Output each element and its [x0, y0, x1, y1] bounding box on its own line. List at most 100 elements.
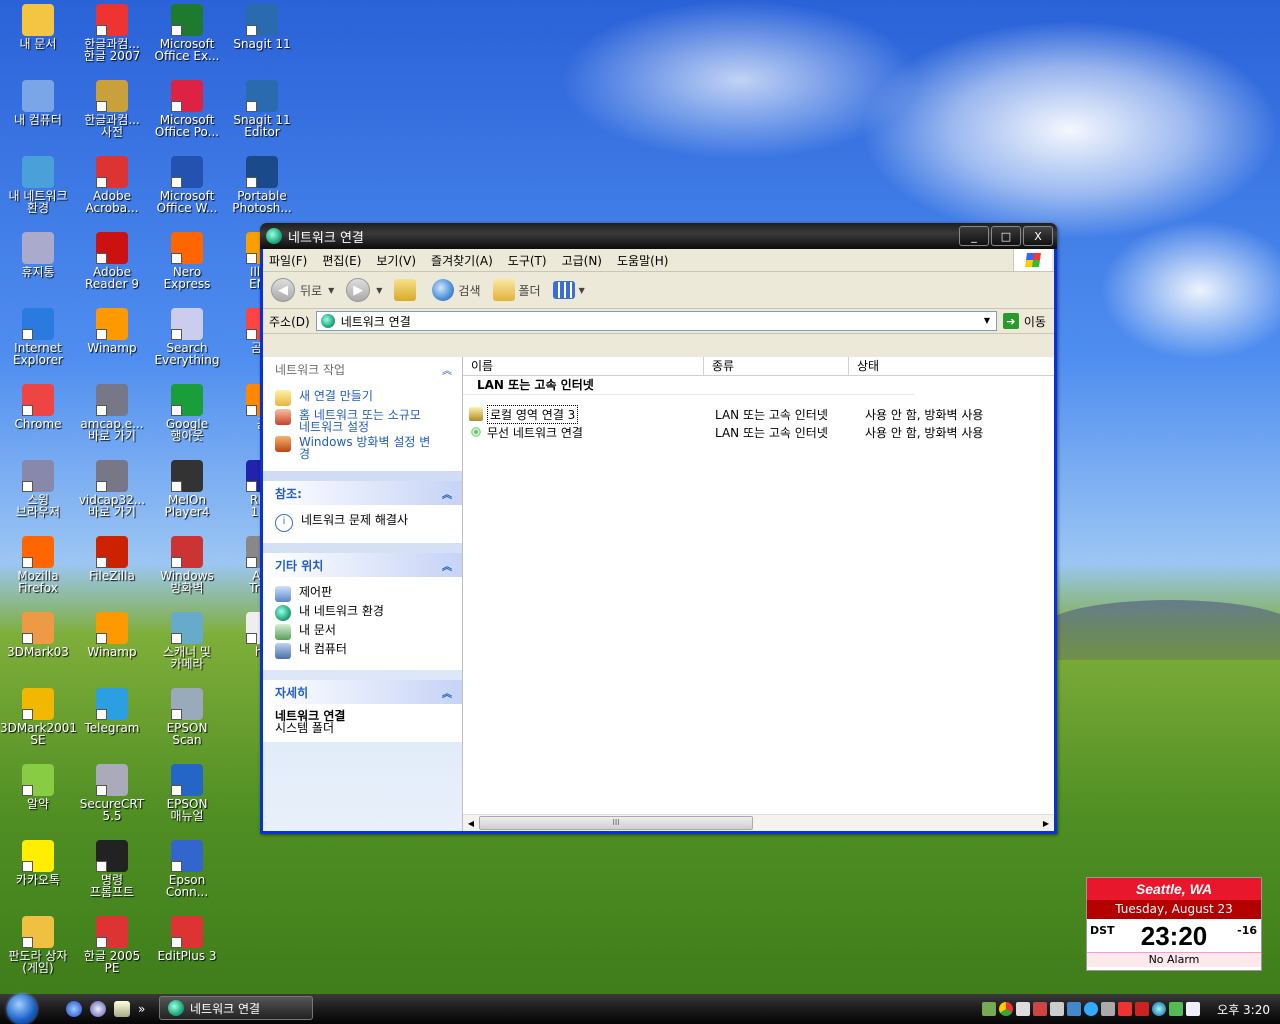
- desktop-icon[interactable]: Microsoft Office Po...: [149, 80, 225, 138]
- desktop-icon[interactable]: 스윙 브라우저: [0, 460, 76, 518]
- desktop-icon[interactable]: Portable Photosh...: [224, 156, 300, 214]
- desktop-icon[interactable]: 한글과컴... 사전: [74, 80, 150, 138]
- desktop-icon[interactable]: Google 행아웃: [149, 384, 225, 442]
- quick-launch-more-icon[interactable]: »: [138, 1002, 145, 1016]
- forward-button[interactable]: ▶ ▼: [346, 278, 382, 302]
- desktop-icon[interactable]: Search Everything: [149, 308, 225, 366]
- desktop-icon[interactable]: 내 네트워크 환경: [0, 156, 76, 214]
- swing-browser-icon[interactable]: [90, 1001, 106, 1017]
- desktop-icon[interactable]: Mozilla Firefox: [0, 536, 76, 594]
- chevron-down-icon[interactable]: ▼: [980, 313, 994, 327]
- menu-help[interactable]: 도움말(H): [617, 252, 669, 269]
- close-button[interactable]: X: [1023, 226, 1053, 246]
- desktop-icon[interactable]: 한글과컴... 한글 2007: [74, 4, 150, 62]
- desktop-icon[interactable]: Internet Explorer: [0, 308, 76, 366]
- desktop-icon[interactable]: Adobe Reader 9: [74, 232, 150, 290]
- chevron-down-icon[interactable]: ▼: [376, 286, 382, 295]
- home-network-setup-link[interactable]: 홈 네트워크 또는 소규모 네트워크 설정: [275, 409, 456, 433]
- menu-tools[interactable]: 도구(T): [508, 252, 547, 269]
- desktop-icon[interactable]: 3DMark2001 SE: [0, 688, 77, 746]
- desktop-icon[interactable]: vidcap32... 바로 가기: [74, 460, 150, 518]
- desktop-icon[interactable]: Snagit 11: [224, 4, 300, 50]
- tray-volume-icon[interactable]: [1050, 1002, 1065, 1016]
- column-type[interactable]: 종류: [704, 357, 849, 375]
- scroll-thumb[interactable]: III: [479, 816, 753, 830]
- chevron-down-icon[interactable]: ▼: [579, 286, 585, 295]
- desktop-icon[interactable]: 3DMark03: [0, 612, 76, 658]
- menu-file[interactable]: 파일(F): [269, 252, 307, 269]
- my-network-places-link[interactable]: 내 네트워크 환경: [275, 605, 456, 621]
- tray-chrome-icon[interactable]: [999, 1002, 1014, 1016]
- desktop-icon[interactable]: Adobe Acroba...: [74, 156, 150, 214]
- address-field[interactable]: 네트워크 연결 ▼: [315, 311, 997, 331]
- chevron-down-icon[interactable]: ▼: [328, 286, 334, 295]
- desktop-icon[interactable]: Chrome: [0, 384, 76, 430]
- scroll-right-icon[interactable]: ▶: [1040, 817, 1052, 829]
- new-connection-link[interactable]: 새 연결 만들기: [275, 390, 456, 406]
- menu-edit[interactable]: 편집(E): [322, 252, 361, 269]
- connections-list[interactable]: 이름 종류 상태 LAN 또는 고속 인터넷 로컬 영역 연결 3 LAN 또는…: [463, 357, 1054, 831]
- tray-telegram-icon[interactable]: [1084, 1002, 1099, 1016]
- scroll-left-icon[interactable]: ◀: [465, 817, 477, 829]
- desktop-icon[interactable]: Winamp: [74, 308, 150, 354]
- desktop-icon[interactable]: Epson Conn...: [149, 840, 225, 898]
- desktop-icon[interactable]: SecureCRT 5.5: [74, 764, 150, 822]
- desktop-icon[interactable]: FileZilla: [74, 536, 150, 582]
- column-name[interactable]: 이름: [463, 357, 704, 375]
- desktop-icon[interactable]: 알약: [0, 764, 76, 810]
- tray-app-icon[interactable]: [1169, 1002, 1184, 1016]
- horizontal-scrollbar[interactable]: ◀ III ▶: [463, 814, 1054, 831]
- tray-globe-icon[interactable]: [1152, 1002, 1167, 1016]
- desktop-icon[interactable]: 판도라 상자 (게임): [0, 916, 76, 974]
- network-troubleshooter-link[interactable]: i 네트워크 문제 해결사: [275, 514, 456, 532]
- tray-app-icon[interactable]: [1101, 1002, 1116, 1016]
- other-places-header[interactable]: 기타 위치 ︽: [263, 553, 462, 577]
- desktop-icon[interactable]: Nero Express: [149, 232, 225, 290]
- desktop-icon[interactable]: 카카오톡: [0, 840, 76, 886]
- network-tasks-header[interactable]: 네트워크 작업 ︽: [263, 357, 462, 381]
- tray-shield-icon[interactable]: [1033, 1002, 1048, 1016]
- menu-favorites[interactable]: 즐겨찾기(A): [431, 252, 493, 269]
- desktop-icon[interactable]: 명령 프롬프트: [74, 840, 150, 898]
- desktop-icon[interactable]: EPSON Scan: [149, 688, 225, 746]
- desktop-icon[interactable]: amcap.e... 바로 가기: [74, 384, 150, 442]
- details-header[interactable]: 자세히 ︽: [263, 680, 462, 704]
- tray-monitor-icon[interactable]: [1016, 1002, 1031, 1016]
- desktop-icon[interactable]: 휴지통: [0, 232, 76, 278]
- desktop-icon[interactable]: Microsoft Office W...: [149, 156, 225, 214]
- back-button[interactable]: ◀ 뒤로 ▼: [271, 278, 334, 302]
- folders-button[interactable]: 폴더: [492, 279, 541, 301]
- search-button[interactable]: 검색: [432, 279, 481, 301]
- tray-doc-icon[interactable]: [1186, 1002, 1201, 1016]
- list-item[interactable]: 무선 네트워크 연결 LAN 또는 고속 인터넷 사용 안 함, 방화벽 사용: [463, 423, 1054, 441]
- desktop-icon[interactable]: 스캐너 및 카메라: [149, 612, 225, 670]
- list-item[interactable]: 로컬 영역 연결 3 LAN 또는 고속 인터넷 사용 안 함, 방화벽 사용: [463, 404, 1054, 424]
- desktop-icon[interactable]: Windows 방화벽: [149, 536, 225, 594]
- collapse-icon[interactable]: ︽: [440, 362, 454, 377]
- collapse-icon[interactable]: ︽: [440, 558, 454, 573]
- desktop-icon[interactable]: Winamp: [74, 612, 150, 658]
- tray-app-icon[interactable]: [1067, 1002, 1082, 1016]
- views-button[interactable]: ▼: [552, 281, 585, 299]
- clock-widget[interactable]: Seattle, WA Tuesday, August 23 DST 23:20…: [1086, 877, 1262, 971]
- desktop-icon[interactable]: 내 문서: [0, 4, 76, 50]
- my-computer-link[interactable]: 내 컴퓨터: [275, 643, 456, 659]
- title-bar[interactable]: 네트워크 연결 _ □ X: [260, 223, 1057, 249]
- see-also-header[interactable]: 참조: ︽: [263, 481, 462, 505]
- firewall-settings-link[interactable]: Windows 방화벽 설정 변 경: [275, 436, 456, 460]
- tray-app-icon[interactable]: [1135, 1002, 1150, 1016]
- desktop-icon[interactable]: MelOn Player4: [149, 460, 225, 518]
- desktop-icon[interactable]: EditPlus 3: [149, 916, 225, 962]
- menu-advanced[interactable]: 고급(N): [562, 252, 602, 269]
- desktop-icon[interactable]: EPSON 매뉴얼: [149, 764, 225, 822]
- winamp-icon[interactable]: [114, 1001, 130, 1017]
- go-button[interactable]: ➔ 이동: [1002, 313, 1046, 330]
- ie-icon[interactable]: [66, 1001, 82, 1017]
- column-status[interactable]: 상태: [849, 357, 1054, 375]
- desktop-icon[interactable]: 한글 2005 PE: [74, 916, 150, 974]
- collapse-icon[interactable]: ︽: [440, 685, 454, 700]
- up-folder-button[interactable]: [394, 279, 420, 301]
- collapse-icon[interactable]: ︽: [440, 486, 454, 501]
- desktop-icon[interactable]: 내 컴퓨터: [0, 80, 76, 126]
- control-panel-link[interactable]: 제어판: [275, 586, 456, 602]
